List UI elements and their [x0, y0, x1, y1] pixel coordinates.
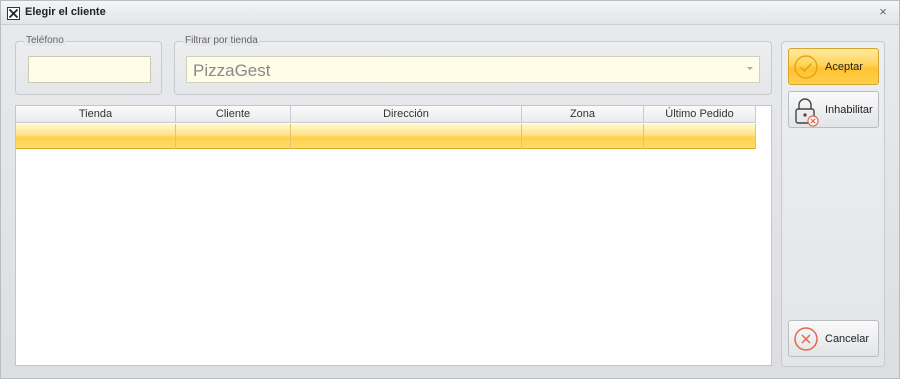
- column-header-tienda[interactable]: Tienda: [16, 106, 176, 123]
- column-header-direccion[interactable]: Dirección: [291, 106, 522, 123]
- customer-grid[interactable]: Tienda Cliente Dirección Zona Último Ped…: [15, 105, 772, 366]
- disable-label: Inhabilitar: [825, 104, 873, 116]
- accept-label: Aceptar: [825, 61, 863, 73]
- check-circle-icon: [793, 54, 819, 80]
- phone-group: Teléfono: [15, 35, 162, 95]
- dialog-window: Elegir el cliente × Teléfono Filtrar por…: [0, 0, 900, 379]
- table-cell[interactable]: [522, 124, 644, 149]
- column-header-ultimo-pedido[interactable]: Último Pedido: [644, 106, 756, 123]
- cancel-label: Cancelar: [825, 333, 870, 345]
- disable-button[interactable]: Inhabilitar: [788, 91, 879, 128]
- store-filter-select[interactable]: PizzaGest: [186, 56, 760, 83]
- title-bar[interactable]: Elegir el cliente ×: [1, 1, 899, 25]
- column-header-cliente[interactable]: Cliente: [176, 106, 291, 123]
- cancel-button[interactable]: Cancelar: [788, 320, 879, 357]
- table-cell[interactable]: [16, 124, 176, 149]
- column-header-zona[interactable]: Zona: [522, 106, 644, 123]
- store-filter-value: PizzaGest: [193, 61, 271, 80]
- phone-input[interactable]: [28, 56, 151, 83]
- accept-button[interactable]: Aceptar: [788, 48, 879, 85]
- table-cell[interactable]: [644, 124, 756, 149]
- grid-header: Tienda Cliente Dirección Zona Último Ped…: [16, 106, 756, 123]
- action-panel: Aceptar Inhabilitar Cancelar: [781, 41, 885, 367]
- cancel-circle-icon: [793, 326, 819, 352]
- table-cell[interactable]: [291, 124, 522, 149]
- store-filter-group: Filtrar por tienda PizzaGest: [174, 35, 772, 95]
- table-row[interactable]: [16, 124, 756, 149]
- store-filter-label: Filtrar por tienda: [183, 35, 260, 46]
- window-title: Elegir el cliente: [25, 6, 106, 18]
- app-icon: [7, 7, 20, 20]
- phone-label: Teléfono: [24, 35, 66, 46]
- close-icon[interactable]: ×: [875, 4, 891, 20]
- chevron-down-icon[interactable]: [747, 67, 753, 70]
- lock-disabled-icon: [793, 97, 819, 127]
- table-cell[interactable]: [176, 124, 291, 149]
